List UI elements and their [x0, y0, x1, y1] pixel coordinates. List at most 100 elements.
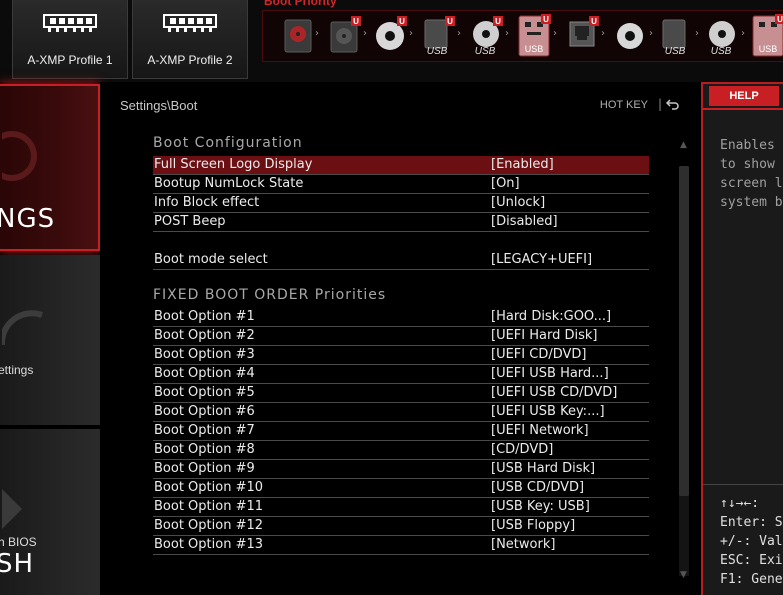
- back-icon[interactable]: [666, 97, 680, 111]
- chevron-right-icon: ›: [363, 28, 367, 39]
- setting-value: [UEFI USB Hard...]: [491, 366, 609, 381]
- chevron-right-icon: ›: [553, 28, 557, 39]
- setting-label: Boot Option #3: [154, 347, 255, 362]
- chevron-right-icon: ›: [457, 28, 461, 39]
- svg-text:U: U: [591, 17, 597, 26]
- breadcrumb: Settings\Boot: [120, 98, 198, 113]
- setting-label: Boot Option #5: [154, 385, 255, 400]
- cd-icon[interactable]: U: [373, 14, 407, 58]
- network-icon[interactable]: U: [565, 14, 599, 58]
- boot-option-row[interactable]: Boot Option #8 [CD/DVD]: [153, 441, 649, 460]
- setting-label: Boot Option #8: [154, 442, 255, 457]
- setting-label: Boot Option #10: [154, 480, 264, 495]
- setting-bootup-numlock[interactable]: Bootup NumLock State [On]: [153, 175, 649, 194]
- boot-option-row[interactable]: Boot Option #10 [USB CD/DVD]: [153, 479, 649, 498]
- setting-value: [UEFI Network]: [491, 423, 589, 438]
- boot-option-row[interactable]: Boot Option #1 [Hard Disk:GOO...]: [153, 308, 649, 327]
- hotkey-button[interactable]: HOT KEY: [600, 99, 648, 111]
- setting-boot-mode-select[interactable]: Boot mode select [LEGACY+UEFI]: [153, 251, 649, 270]
- setting-label: Boot Option #12: [154, 518, 264, 533]
- scroll-up-icon[interactable]: ▲: [680, 140, 687, 150]
- setting-label: Bootup NumLock State: [154, 176, 304, 191]
- setting-label: Boot Option #9: [154, 461, 255, 476]
- setting-value: [USB Floppy]: [491, 518, 576, 533]
- memory-icon: [43, 14, 97, 32]
- usb-cd-icon[interactable]: U USB: [469, 14, 503, 58]
- boot-option-row[interactable]: Boot Option #4 [UEFI USB Hard...]: [153, 365, 649, 384]
- hdd-icon[interactable]: [281, 14, 315, 58]
- setting-info-block-effect[interactable]: Info Block effect [Unlock]: [153, 194, 649, 213]
- svg-text:USB: USB: [427, 46, 448, 57]
- usb-key-icon[interactable]: U USB: [751, 14, 783, 58]
- chevron-right-icon: ›: [741, 28, 745, 39]
- boot-option-row[interactable]: Boot Option #5 [UEFI USB CD/DVD]: [153, 384, 649, 403]
- flash-icon: [2, 489, 22, 529]
- setting-value: [UEFI Hard Disk]: [491, 328, 598, 343]
- boot-option-row[interactable]: Boot Option #9 [USB Hard Disk]: [153, 460, 649, 479]
- setting-full-screen-logo[interactable]: Full Screen Logo Display [Enabled]: [153, 156, 649, 175]
- top-bar: A-XMP Profile 1 A-XMP Profile 2 Boot Pri…: [0, 0, 783, 82]
- boot-priority-strip: › U › U › U USB › U USB › U USB › U › › …: [262, 10, 783, 62]
- sidebar: NGS ettings h BIOS SH: [0, 82, 100, 595]
- hdd-u-icon[interactable]: U: [327, 14, 361, 58]
- boot-option-row[interactable]: Boot Option #7 [UEFI Network]: [153, 422, 649, 441]
- help-panel: HELP Enables to show screen l system b ↑…: [701, 82, 783, 595]
- usb-hdd-icon[interactable]: U USB: [421, 14, 455, 58]
- setting-value: [UEFI USB CD/DVD]: [491, 385, 618, 400]
- scrollbar-thumb[interactable]: [679, 166, 689, 496]
- boot-option-row[interactable]: Boot Option #13 [Network]: [153, 536, 649, 555]
- help-tab[interactable]: HELP: [709, 86, 779, 106]
- svg-text:U: U: [495, 17, 501, 26]
- chevron-right-icon: ›: [315, 28, 319, 39]
- help-divider: [703, 484, 783, 485]
- setting-label: Boot Option #13: [154, 537, 264, 552]
- boot-option-row[interactable]: Boot Option #3 [UEFI CD/DVD]: [153, 346, 649, 365]
- xmp-profile-2-label: A-XMP Profile 2: [147, 53, 233, 67]
- setting-label: Boot Option #7: [154, 423, 255, 438]
- setting-value: [On]: [491, 176, 520, 191]
- setting-value: [USB Hard Disk]: [491, 461, 596, 476]
- setting-value: [CD/DVD]: [491, 442, 554, 457]
- setting-label: Boot Option #2: [154, 328, 255, 343]
- key-legend: ↑↓→←: Enter: S +/-: Valu ESC: Exi F1: Ge…: [720, 496, 783, 587]
- boot-priority-title: Boot Priority: [264, 0, 337, 8]
- setting-value: [USB CD/DVD]: [491, 480, 585, 495]
- svg-text:USB: USB: [759, 44, 778, 54]
- setting-label: Full Screen Logo Display: [154, 157, 313, 172]
- gear-icon: [2, 131, 37, 181]
- scroll-down-icon[interactable]: ▼: [680, 570, 687, 580]
- setting-value: [Hard Disk:GOO...]: [491, 309, 612, 324]
- xmp-profile-1-label: A-XMP Profile 1: [27, 53, 113, 67]
- setting-label: Boot mode select: [154, 252, 268, 267]
- boot-option-row[interactable]: Boot Option #11 [USB Key: USB]: [153, 498, 649, 517]
- sidebar-item-mflash[interactable]: h BIOS SH: [0, 429, 100, 595]
- boot-option-row[interactable]: Boot Option #6 [UEFI USB Key:...]: [153, 403, 649, 422]
- cd-icon[interactable]: [613, 14, 647, 58]
- xmp-profile-2-button[interactable]: A-XMP Profile 2: [132, 0, 248, 79]
- sidebar-item-settings-label: NGS: [0, 204, 56, 234]
- hotkey-separator: |: [657, 97, 662, 111]
- svg-text:USB: USB: [711, 46, 732, 57]
- svg-text:U: U: [447, 17, 453, 26]
- section-header-boot-configuration: Boot Configuration: [153, 135, 303, 151]
- setting-label: Boot Option #1: [154, 309, 255, 324]
- sidebar-item-oc[interactable]: ettings: [0, 255, 100, 425]
- memory-icon: [163, 14, 217, 32]
- sidebar-item-settings[interactable]: NGS: [0, 84, 100, 251]
- setting-value: [Network]: [491, 537, 556, 552]
- svg-text:USB: USB: [475, 46, 496, 57]
- setting-value: [Disabled]: [491, 214, 558, 229]
- setting-value: [USB Key: USB]: [491, 499, 590, 514]
- setting-post-beep[interactable]: POST Beep [Disabled]: [153, 213, 649, 232]
- svg-text:U: U: [777, 15, 783, 24]
- usb-hdd-icon[interactable]: USB: [659, 14, 693, 58]
- chevron-right-icon: ›: [601, 28, 605, 39]
- boot-option-row[interactable]: Boot Option #12 [USB Floppy]: [153, 517, 649, 536]
- chevron-right-icon: ›: [695, 28, 699, 39]
- sidebar-item-oc-label: ettings: [0, 363, 34, 377]
- sidebar-item-mflash-small: h BIOS: [0, 535, 37, 549]
- boot-option-row[interactable]: Boot Option #2 [UEFI Hard Disk]: [153, 327, 649, 346]
- usb-cd-icon[interactable]: USB: [705, 14, 739, 58]
- xmp-profile-1-button[interactable]: A-XMP Profile 1: [12, 0, 128, 79]
- usb-key-icon[interactable]: U USB: [517, 14, 551, 58]
